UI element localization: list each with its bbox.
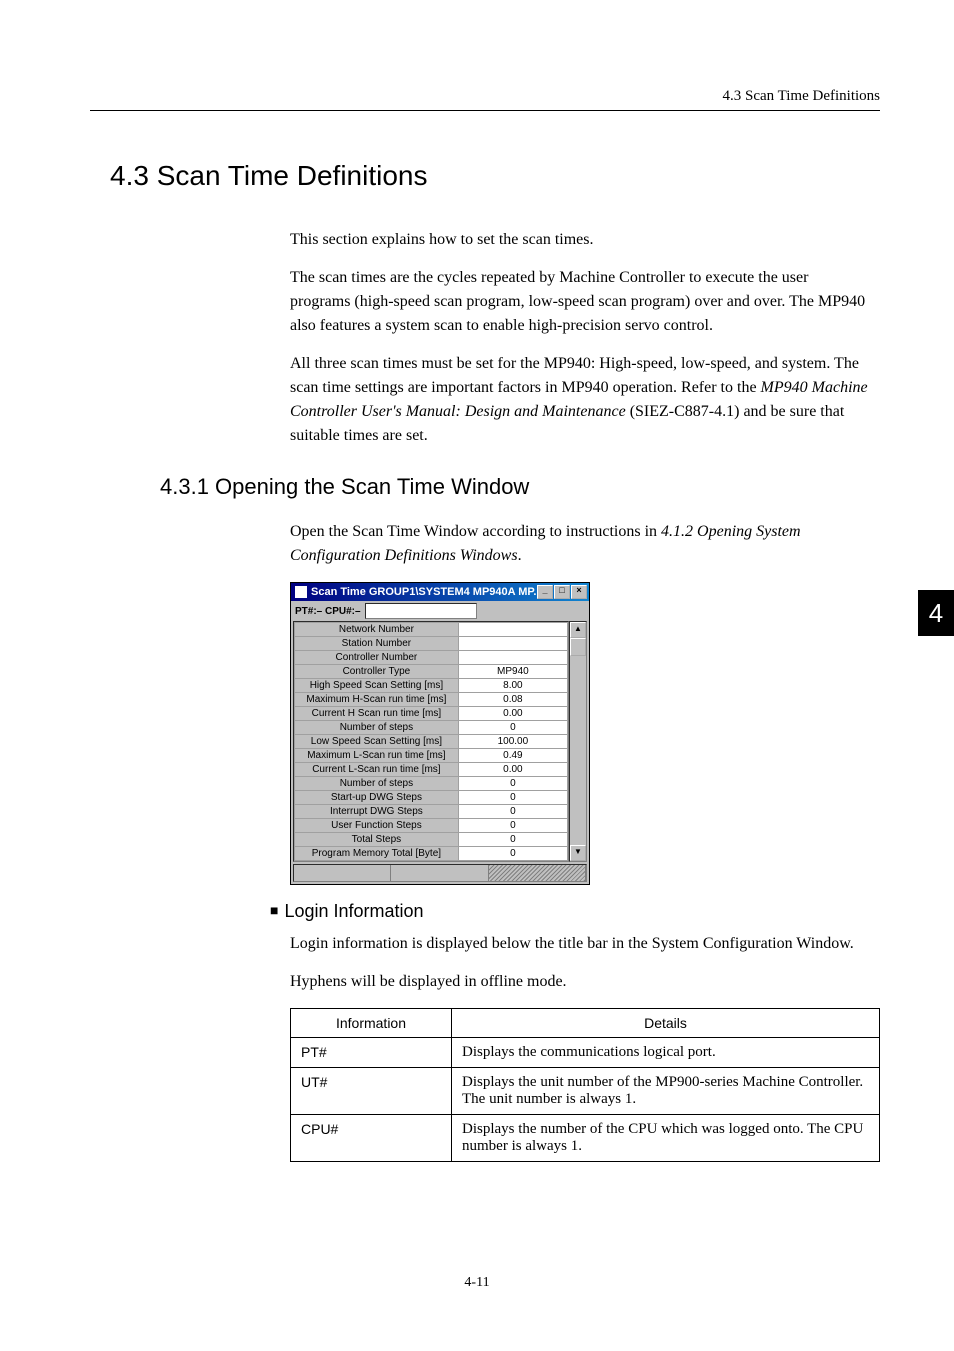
grid-value[interactable]: 0.08 <box>458 693 567 707</box>
text-span: Open the Scan Time Window according to i… <box>290 523 661 540</box>
grid-row[interactable]: Program Memory Total [Byte]0 <box>295 847 568 861</box>
grid-label: Low Speed Scan Setting [ms] <box>295 735 459 749</box>
grid-row[interactable]: High Speed Scan Setting [ms]8.00 <box>295 679 568 693</box>
grid-label: Program Memory Total [Byte] <box>295 847 459 861</box>
table-header: Details <box>452 1009 880 1038</box>
header-rule <box>90 110 880 111</box>
window-app-icon <box>295 586 307 598</box>
grid-value[interactable]: 0 <box>458 777 567 791</box>
grid-value[interactable]: 8.00 <box>458 679 567 693</box>
window-titlebar[interactable]: Scan Time GROUP1\SYSTEM4 MP940A MP... _ … <box>291 583 589 601</box>
scan-time-window: Scan Time GROUP1\SYSTEM4 MP940A MP... _ … <box>290 582 590 885</box>
grid-value[interactable] <box>458 651 567 665</box>
parameter-grid[interactable]: Network NumberStation NumberController N… <box>293 621 569 862</box>
body-paragraph: Login information is displayed below the… <box>290 932 870 956</box>
body-paragraph: This section explains how to set the sca… <box>290 228 870 252</box>
grid-value[interactable]: 0 <box>458 847 567 861</box>
grid-label: Station Number <box>295 637 459 651</box>
body-paragraph: Open the Scan Time Window according to i… <box>290 520 870 568</box>
page-number: 4-11 <box>0 1275 954 1291</box>
grid-label: Current L-Scan run time [ms] <box>295 763 459 777</box>
grid-row[interactable]: Number of steps0 <box>295 777 568 791</box>
scroll-track[interactable] <box>570 656 586 845</box>
grid-value[interactable]: 0 <box>458 805 567 819</box>
grid-label: Interrupt DWG Steps <box>295 805 459 819</box>
table-row: CPU# Displays the number of the CPU whic… <box>291 1115 880 1162</box>
close-button[interactable]: × <box>571 585 587 599</box>
grid-label: Maximum L-Scan run time [ms] <box>295 749 459 763</box>
login-info-heading: ■ Login Information <box>270 901 880 922</box>
grid-label: Start-up DWG Steps <box>295 791 459 805</box>
grid-label: Controller Type <box>295 665 459 679</box>
running-header: 4.3 Scan Time Definitions <box>722 88 880 105</box>
body-paragraph: The scan times are the cycles repeated b… <box>290 266 870 338</box>
table-header: Information <box>291 1009 452 1038</box>
grid-row[interactable]: Controller Number <box>295 651 568 665</box>
scroll-up-arrow[interactable]: ▲ <box>570 622 586 638</box>
grid-label: Number of steps <box>295 777 459 791</box>
grid-row[interactable]: Current L-Scan run time [ms]0.00 <box>295 763 568 777</box>
grid-row[interactable]: Start-up DWG Steps0 <box>295 791 568 805</box>
heading-text: Login Information <box>284 901 423 921</box>
grid-row[interactable]: Maximum L-Scan run time [ms]0.49 <box>295 749 568 763</box>
grid-label: Current H Scan run time [ms] <box>295 707 459 721</box>
grid-row[interactable]: Low Speed Scan Setting [ms]100.00 <box>295 735 568 749</box>
grid-label: Controller Number <box>295 651 459 665</box>
grid-row[interactable]: Station Number <box>295 637 568 651</box>
scroll-thumb[interactable] <box>570 638 586 656</box>
login-text: PT#:– CPU#:– <box>295 606 361 617</box>
grid-row[interactable]: Interrupt DWG Steps0 <box>295 805 568 819</box>
info-detail: Displays the unit number of the MP900-se… <box>452 1068 880 1115</box>
scroll-down-arrow[interactable]: ▼ <box>570 845 586 861</box>
grid-value[interactable] <box>458 623 567 637</box>
status-bar <box>293 864 587 882</box>
grid-value[interactable]: 0.00 <box>458 707 567 721</box>
table-row: PT# Displays the communications logical … <box>291 1038 880 1068</box>
bullet-square-icon: ■ <box>270 902 278 918</box>
info-detail: Displays the number of the CPU which was… <box>452 1115 880 1162</box>
login-info-table: Information Details PT# Displays the com… <box>290 1008 880 1162</box>
body-paragraph: Hyphens will be displayed in offline mod… <box>290 970 870 994</box>
body-paragraph: All three scan times must be set for the… <box>290 352 870 448</box>
grid-row[interactable]: Number of steps0 <box>295 721 568 735</box>
grid-label: High Speed Scan Setting [ms] <box>295 679 459 693</box>
info-key: PT# <box>291 1038 452 1068</box>
grid-value[interactable]: 0.49 <box>458 749 567 763</box>
section-title: 4.3 Scan Time Definitions <box>110 160 880 192</box>
grid-row[interactable]: User Function Steps0 <box>295 819 568 833</box>
grid-label: Number of steps <box>295 721 459 735</box>
info-key: UT# <box>291 1068 452 1115</box>
grid-value[interactable]: 0.00 <box>458 763 567 777</box>
grid-value[interactable]: 0 <box>458 721 567 735</box>
resize-grip[interactable] <box>489 865 586 881</box>
grid-row[interactable]: Network Number <box>295 623 568 637</box>
grid-label: Total Steps <box>295 833 459 847</box>
subsection-title: 4.3.1 Opening the Scan Time Window <box>160 474 880 500</box>
grid-row[interactable]: Controller TypeMP940 <box>295 665 568 679</box>
grid-row[interactable]: Total Steps0 <box>295 833 568 847</box>
grid-value[interactable]: 100.00 <box>458 735 567 749</box>
grid-row[interactable]: Maximum H-Scan run time [ms]0.08 <box>295 693 568 707</box>
chapter-thumb-tab: 4 <box>918 590 954 636</box>
window-title-text: Scan Time GROUP1\SYSTEM4 MP940A MP... <box>311 586 537 598</box>
grid-label: Network Number <box>295 623 459 637</box>
grid-value[interactable]: 0 <box>458 833 567 847</box>
login-field[interactable] <box>365 603 477 619</box>
vertical-scrollbar[interactable]: ▲ ▼ <box>569 621 587 862</box>
grid-value[interactable] <box>458 637 567 651</box>
grid-row[interactable]: Current H Scan run time [ms]0.00 <box>295 707 568 721</box>
grid-value[interactable]: MP940 <box>458 665 567 679</box>
text-span: . <box>518 547 522 564</box>
grid-label: Maximum H-Scan run time [ms] <box>295 693 459 707</box>
maximize-button[interactable]: □ <box>554 585 570 599</box>
info-key: CPU# <box>291 1115 452 1162</box>
minimize-button[interactable]: _ <box>537 585 553 599</box>
grid-value[interactable]: 0 <box>458 819 567 833</box>
grid-value[interactable]: 0 <box>458 791 567 805</box>
grid-label: User Function Steps <box>295 819 459 833</box>
login-bar: PT#:– CPU#:– <box>291 601 589 621</box>
info-detail: Displays the communications logical port… <box>452 1038 880 1068</box>
table-row: UT# Displays the unit number of the MP90… <box>291 1068 880 1115</box>
